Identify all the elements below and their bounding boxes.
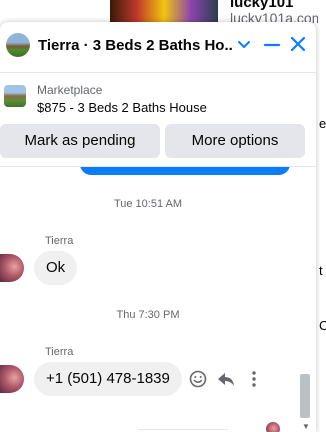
marketplace-listing: Marketplace $875 - 3 Beds 2 Baths House …	[0, 73, 316, 163]
message-sender: Tierra	[45, 346, 74, 358]
message-bubble[interactable]: +1 (501) 478-1839	[34, 362, 182, 396]
conversation-title[interactable]: Tierra · 3 Beds 2 Baths Ho...	[38, 37, 232, 54]
message-timestamp: Thu 7:30 PM	[116, 309, 180, 321]
sender-avatar[interactable]	[0, 365, 24, 393]
message-sender: Tierra	[45, 235, 74, 247]
more-vertical-icon[interactable]	[244, 369, 264, 389]
read-receipt-avatar	[266, 422, 280, 432]
listing-price: $875 - 3 Beds 2 Baths House	[37, 100, 207, 115]
page-edge	[318, 0, 326, 432]
chat-window: Tierra · 3 Beds 2 Baths Ho... Marketplac…	[0, 22, 316, 432]
edge-text-t: t	[319, 263, 323, 278]
message-timestamp: Tue 10:51 AM	[113, 198, 183, 210]
edge-text-e: e	[319, 116, 326, 131]
edge-text-c: C	[319, 318, 326, 333]
emoji-icon[interactable]	[188, 369, 208, 389]
chevron-down-icon[interactable]	[236, 34, 252, 54]
sent-message-bubble[interactable]	[80, 167, 290, 175]
scrollbar-thumb[interactable]	[300, 374, 310, 418]
scroll-down-arrow[interactable]: ▼	[302, 422, 310, 431]
listing-thumbnail[interactable]	[4, 85, 26, 107]
mark-as-pending-button[interactable]: Mark as pending	[0, 124, 160, 158]
close-icon[interactable]	[289, 34, 307, 54]
message-bubble[interactable]: Ok	[34, 251, 78, 285]
message-list[interactable]: Tue 10:51 AM Tierra Ok Thu 7:30 PM Tierr…	[0, 167, 316, 432]
more-options-button[interactable]: More options	[165, 124, 305, 158]
sender-avatar[interactable]	[0, 254, 24, 282]
listing-label: Marketplace	[37, 83, 103, 97]
reply-icon[interactable]	[216, 369, 236, 389]
conversation-avatar[interactable]	[6, 33, 30, 57]
chat-header[interactable]: Tierra · 3 Beds 2 Baths Ho...	[0, 22, 316, 73]
composer-divider	[138, 429, 228, 430]
minimize-icon[interactable]	[263, 34, 281, 54]
